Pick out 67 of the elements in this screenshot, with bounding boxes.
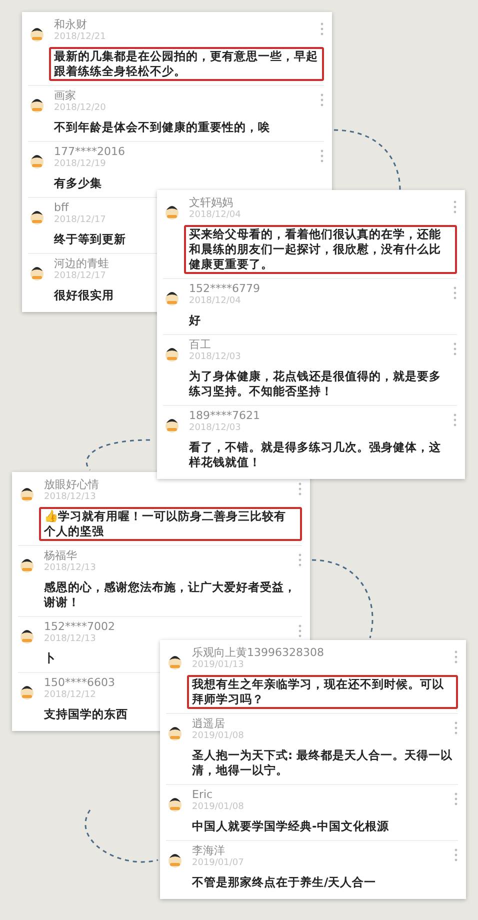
comment-text: 最新的几集都是在公园拍的，更有意思一些，早起跟着练练全身轻松不少。 <box>49 47 324 81</box>
comment-date: 2018/12/21 <box>54 32 106 43</box>
user-name: 和永财 <box>54 18 87 31</box>
comment-text: 不管是那家终点在于养生/天人合一 <box>190 874 378 891</box>
user-name: Eric <box>192 788 213 801</box>
comment-date: 2018/12/12 <box>44 690 96 701</box>
more-icon[interactable] <box>453 413 457 427</box>
comment-text: 买来给父母看的，看着他们很认真的在学，还能和晨练的朋友们一起探讨，很欣慰，没有什么比健康更重要了。 <box>184 225 457 274</box>
comment-text: 感恩的心，感谢您法布施，让广大爱好者受益，谢谢！ <box>42 579 297 611</box>
user-name: 152****6779 <box>189 282 260 295</box>
user-name: bff <box>54 201 69 214</box>
more-icon[interactable] <box>454 792 458 806</box>
dashed-line <box>86 439 150 470</box>
more-icon[interactable] <box>320 149 324 163</box>
comment-date: 2018/12/13 <box>44 492 96 503</box>
user-name: 百工 <box>189 338 211 351</box>
more-icon[interactable] <box>454 721 458 735</box>
comment-text: 看了，不错。就是得多练习几次。强身健体，这样花钱就值！ <box>188 439 442 471</box>
comment-text: 为了身体健康，花点钱还是很值得的，就是要多练习坚持。不知能否坚持！ <box>188 368 442 400</box>
comment-text: 好 <box>188 312 202 329</box>
comment-text: 👍学习就有用喔！一可以防身二善身三比较有个人的坚强 <box>39 507 302 541</box>
user-name: 150****6603 <box>44 676 115 689</box>
comment-text: 很好很实用 <box>52 287 115 304</box>
comment-date: 2019/01/08 <box>192 731 244 742</box>
comment-date: 2018/12/04 <box>189 296 241 307</box>
more-icon[interactable] <box>298 553 302 567</box>
comment-text: 我想有生之年亲临学习，现在还不到时候。可以拜师学习吗？ <box>187 675 458 709</box>
more-icon[interactable] <box>298 624 302 638</box>
comment-date: 2018/12/04 <box>189 210 241 221</box>
comment-date: 2018/12/17 <box>54 215 106 226</box>
comment-text: 支持国学的东西 <box>43 706 129 723</box>
more-icon[interactable] <box>320 22 324 36</box>
more-icon[interactable] <box>454 650 458 664</box>
more-icon[interactable] <box>453 286 457 300</box>
user-name: 逍遥居 <box>192 717 225 730</box>
user-name: 152****7002 <box>44 620 115 633</box>
user-name: 放眼好心情 <box>44 478 99 491</box>
user-name: 李海洋 <box>192 844 225 857</box>
more-icon[interactable] <box>453 200 457 214</box>
comment-text: 圣人抱一为天下式: 最终都是天人合一。天得一以清，地得一以宁。 <box>191 747 454 779</box>
user-name: 乐观向上黄13996328308 <box>192 646 324 659</box>
comment-date: 2018/12/19 <box>54 159 106 170</box>
comment-date: 2019/01/07 <box>192 858 244 869</box>
user-name: 杨福华 <box>44 549 77 562</box>
more-icon[interactable] <box>453 342 457 356</box>
comment-date: 2018/12/03 <box>189 423 241 434</box>
user-name: 文轩妈妈 <box>189 196 233 209</box>
more-icon[interactable] <box>298 482 302 496</box>
comment-text: 中国人就要学国学经典-中国文化根源 <box>191 818 390 835</box>
comment-date: 2018/12/03 <box>189 352 241 363</box>
user-name: 189****7621 <box>189 409 260 422</box>
comment-text: 终于等到更新 <box>52 231 127 248</box>
user-name: 河边的青蛙 <box>54 257 109 270</box>
dashed-line <box>334 129 401 190</box>
comment-text: 不到年龄是体会不到健康的重要性的，唉 <box>52 119 271 136</box>
comment-date: 2018/12/17 <box>54 271 106 282</box>
comment-text: 卜 <box>43 650 57 667</box>
more-icon[interactable] <box>320 93 324 107</box>
user-name: 177****2016 <box>54 145 125 158</box>
comment-date: 2018/12/20 <box>54 103 106 114</box>
comment-date: 2018/12/13 <box>44 634 96 645</box>
comment-date: 2019/01/08 <box>192 802 244 813</box>
user-name: 画家 <box>54 89 76 102</box>
more-icon[interactable] <box>454 848 458 862</box>
comment-date: 2018/12/13 <box>44 563 96 574</box>
comment-date: 2019/01/13 <box>192 660 244 671</box>
comment-text: 有多少集 <box>52 175 103 192</box>
